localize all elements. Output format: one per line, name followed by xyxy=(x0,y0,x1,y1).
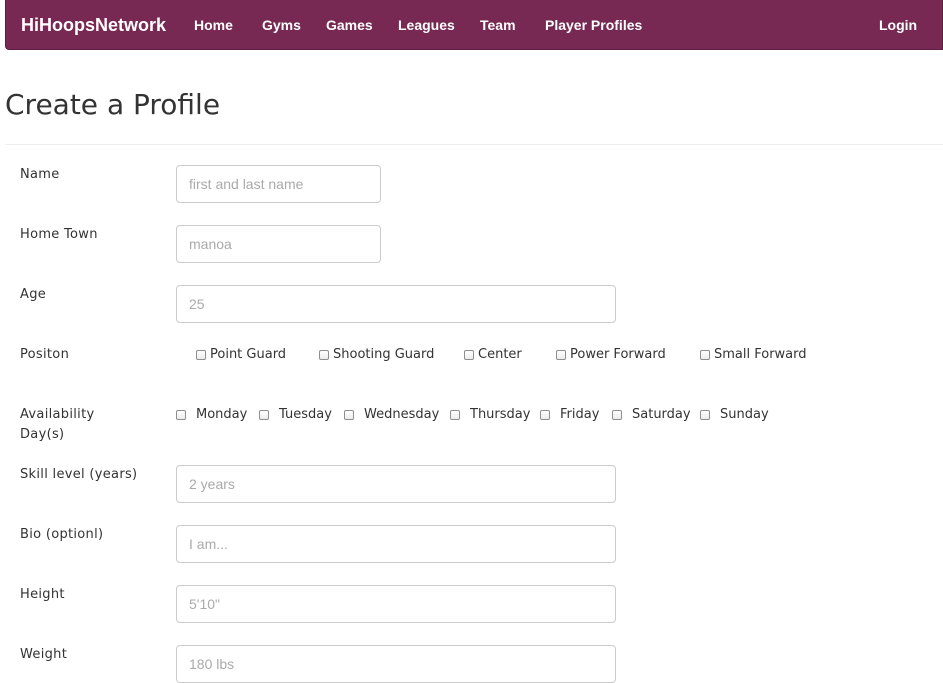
nav-home[interactable]: Home xyxy=(194,0,233,50)
day-sunday[interactable]: Sunday xyxy=(700,407,769,422)
day-label: Friday xyxy=(560,407,600,422)
day-label: Sunday xyxy=(720,407,769,422)
checkbox[interactable] xyxy=(319,349,329,360)
position-power-forward[interactable]: Power Forward xyxy=(556,347,666,362)
availability-label-line1: Availability xyxy=(20,407,95,422)
day-label: Monday xyxy=(196,407,248,422)
top-navbar: HiHoopsNetwork Home Gyms Games Leagues T… xyxy=(5,0,943,50)
checkbox[interactable] xyxy=(700,349,710,360)
checkbox[interactable] xyxy=(344,409,354,420)
nav-games[interactable]: Games xyxy=(326,0,373,50)
bio-input[interactable] xyxy=(176,525,616,563)
checkbox[interactable] xyxy=(450,409,460,420)
checkbox[interactable] xyxy=(259,409,269,420)
nav-team[interactable]: Team xyxy=(480,0,516,50)
skill-input[interactable] xyxy=(176,465,616,503)
title-divider xyxy=(5,144,943,145)
option-label: Center xyxy=(478,347,522,362)
checkbox[interactable] xyxy=(540,409,550,420)
checkbox[interactable] xyxy=(464,349,474,360)
position-point-guard[interactable]: Point Guard xyxy=(196,347,286,362)
day-label: Tuesday xyxy=(279,407,332,422)
nav-player-profiles[interactable]: Player Profiles xyxy=(545,0,642,50)
checkbox[interactable] xyxy=(196,349,206,360)
position-shooting-guard[interactable]: Shooting Guard xyxy=(319,347,434,362)
hometown-input[interactable] xyxy=(176,225,381,263)
height-label: Height xyxy=(20,587,65,602)
day-tuesday[interactable]: Tuesday xyxy=(259,407,332,422)
availability-label: Availability Day(s) xyxy=(20,405,160,445)
availability-label-line2: Day(s) xyxy=(20,427,65,442)
weight-input[interactable] xyxy=(176,645,616,683)
checkbox[interactable] xyxy=(700,409,710,420)
height-input[interactable] xyxy=(176,585,616,623)
age-label: Age xyxy=(20,287,47,302)
nav-login[interactable]: Login xyxy=(879,0,917,50)
day-label: Saturday xyxy=(632,407,691,422)
option-label: Small Forward xyxy=(714,347,807,362)
bio-label: Bio (optionl) xyxy=(20,527,104,542)
day-friday[interactable]: Friday xyxy=(540,407,599,422)
position-center[interactable]: Center xyxy=(464,347,522,362)
hometown-label: Home Town xyxy=(20,227,98,242)
checkbox[interactable] xyxy=(176,409,186,420)
skill-label: Skill level (years) xyxy=(20,467,138,482)
day-thursday[interactable]: Thursday xyxy=(450,407,530,422)
option-label: Shooting Guard xyxy=(333,347,435,362)
age-input[interactable] xyxy=(176,285,616,323)
option-label: Point Guard xyxy=(210,347,287,362)
position-label: Positon xyxy=(20,347,70,362)
day-wednesday[interactable]: Wednesday xyxy=(344,407,439,422)
name-label: Name xyxy=(20,167,60,182)
weight-label: Weight xyxy=(20,647,68,662)
page-title: Create a Profile xyxy=(5,88,221,121)
name-input[interactable] xyxy=(176,165,381,203)
position-small-forward[interactable]: Small Forward xyxy=(700,347,807,362)
checkbox[interactable] xyxy=(556,349,566,360)
brand-link[interactable]: HiHoopsNetwork xyxy=(21,0,166,50)
day-label: Thursday xyxy=(470,407,531,422)
nav-leagues[interactable]: Leagues xyxy=(398,0,455,50)
nav-gyms[interactable]: Gyms xyxy=(262,0,301,50)
day-saturday[interactable]: Saturday xyxy=(612,407,691,422)
day-label: Wednesday xyxy=(364,407,440,422)
checkbox[interactable] xyxy=(612,409,622,420)
option-label: Power Forward xyxy=(570,347,666,362)
day-monday[interactable]: Monday xyxy=(176,407,247,422)
